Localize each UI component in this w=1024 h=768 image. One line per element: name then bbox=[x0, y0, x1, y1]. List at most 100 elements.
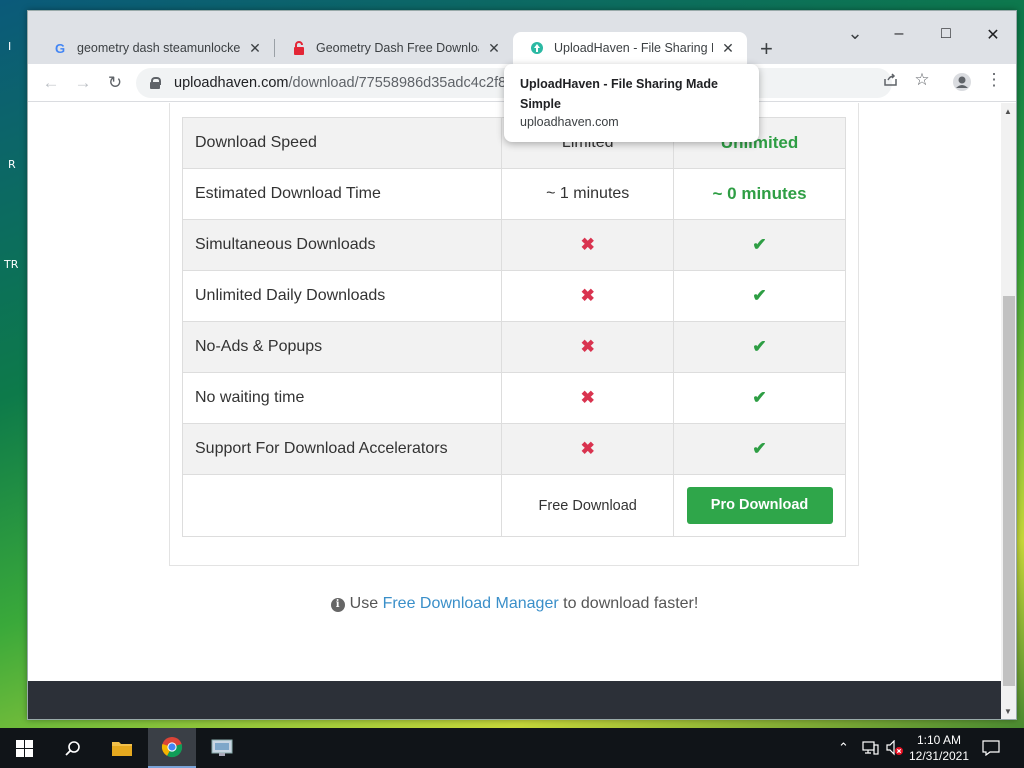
free-cell: ✖ bbox=[501, 270, 675, 322]
taskbar-clock[interactable]: 1:10 AM 12/31/2021 bbox=[896, 732, 982, 764]
pro-value: ~ 0 minutes bbox=[712, 184, 807, 203]
show-hidden-icons-chevron-icon[interactable]: ⌃ bbox=[838, 728, 849, 768]
comparison-row: Support For Download Accelerators ✖ ✔ bbox=[181, 423, 846, 475]
check-icon: ✔ bbox=[752, 286, 767, 305]
plan-comparison-table: Download Speed Limited Unlimited Estimated … bbox=[181, 117, 846, 537]
free-cell: ✖ bbox=[501, 321, 675, 373]
file-explorer-icon[interactable] bbox=[98, 728, 146, 768]
fdm-note-suffix: to download faster! bbox=[558, 595, 699, 612]
feature-label: Simultaneous Downloads bbox=[181, 219, 503, 271]
tab-title: geometry dash steamunlocked - bbox=[77, 41, 240, 55]
check-icon: ✔ bbox=[752, 337, 767, 356]
back-arrow-icon[interactable]: ← bbox=[38, 70, 64, 96]
new-tab-button[interactable]: + bbox=[760, 36, 773, 62]
reload-icon[interactable]: ↻ bbox=[102, 70, 128, 96]
free-cell: ✖ bbox=[501, 219, 675, 271]
free-cell: Free Download bbox=[501, 474, 675, 537]
page-footer bbox=[28, 681, 1001, 719]
minimize-button[interactable]: – bbox=[879, 25, 919, 43]
tab-search-icon[interactable]: ⌄ bbox=[835, 23, 875, 44]
cross-icon: ✖ bbox=[580, 286, 595, 305]
cross-icon: ✖ bbox=[580, 439, 595, 458]
forward-arrow-icon[interactable]: → bbox=[70, 70, 96, 96]
free-cell: ~ 1 minutes bbox=[501, 168, 675, 220]
tab-uploadhaven[interactable]: UploadHaven - File Sharing Mad ✕ bbox=[513, 32, 747, 64]
pro-cell: ~ 0 minutes bbox=[673, 168, 846, 220]
cross-icon: ✖ bbox=[580, 235, 595, 254]
comparison-row: Simultaneous Downloads ✖ ✔ bbox=[181, 219, 846, 271]
bookmark-star-icon[interactable]: ☆ bbox=[911, 70, 933, 90]
tooltip-title: UploadHaven - File Sharing Made Simple bbox=[520, 77, 718, 111]
free-cell: ✖ bbox=[501, 423, 675, 475]
feature-label: Unlimited Daily Downloads bbox=[181, 270, 503, 322]
comparison-row: No waiting time ✖ ✔ bbox=[181, 372, 846, 424]
desktop-label: TR bbox=[4, 258, 19, 271]
tab-title: UploadHaven - File Sharing Mad bbox=[554, 41, 713, 55]
network-icon[interactable] bbox=[862, 728, 879, 768]
lock-icon[interactable] bbox=[150, 77, 161, 89]
uploadhaven-icon bbox=[529, 40, 545, 56]
feature-label: Download Speed bbox=[181, 117, 503, 169]
info-icon: i bbox=[330, 598, 345, 612]
download-buttons-row: Free Download Pro Download bbox=[181, 474, 846, 537]
maximize-button[interactable]: □ bbox=[926, 25, 966, 43]
url-host: uploadhaven.com bbox=[174, 75, 289, 91]
tab-strip: G geometry dash steamunlocked - ✕ Geomet… bbox=[28, 11, 1016, 64]
close-tab-icon[interactable]: ✕ bbox=[485, 40, 503, 57]
fdm-link[interactable]: Free Download Manager bbox=[383, 595, 559, 612]
profile-avatar-icon[interactable] bbox=[951, 72, 973, 96]
start-windows-icon[interactable] bbox=[0, 728, 48, 768]
cross-icon: ✖ bbox=[580, 337, 595, 356]
page-scrollbar[interactable]: ▲ ▼ bbox=[1001, 103, 1016, 719]
share-icon[interactable] bbox=[879, 72, 901, 91]
notifications-icon[interactable] bbox=[982, 728, 1000, 768]
comparison-row: No-Ads & Popups ✖ ✔ bbox=[181, 321, 846, 373]
close-tab-icon[interactable]: ✕ bbox=[719, 40, 737, 57]
google-icon: G bbox=[54, 40, 66, 56]
feature-label: Support For Download Accelerators bbox=[181, 423, 503, 475]
feature-label: No waiting time bbox=[181, 372, 503, 424]
pro-download-button[interactable]: Pro Download bbox=[686, 487, 833, 524]
free-download-button[interactable]: Free Download bbox=[539, 498, 637, 514]
scrollbar-thumb[interactable] bbox=[1003, 296, 1015, 686]
red-lock-icon bbox=[291, 40, 307, 56]
empty-cell bbox=[181, 474, 503, 537]
tab-tooltip: UploadHaven - File Sharing Made Simple u… bbox=[504, 64, 759, 142]
desktop-edge: I R TR bbox=[0, 0, 28, 728]
pro-cell: ✔ bbox=[673, 219, 846, 271]
close-window-button[interactable]: ✕ bbox=[973, 25, 1013, 45]
scroll-down-arrow-icon[interactable]: ▼ bbox=[1004, 707, 1012, 716]
tab-google-search[interactable]: G geometry dash steamunlocked - ✕ bbox=[36, 32, 274, 64]
comparison-row: Estimated Download Time ~ 1 minutes ~ 0 mi… bbox=[181, 168, 846, 220]
pro-cell: Pro Download bbox=[673, 474, 846, 537]
page-viewport: Download Speed Limited Unlimited Estimated … bbox=[28, 103, 1001, 719]
check-icon: ✔ bbox=[752, 235, 767, 254]
check-icon: ✔ bbox=[752, 439, 767, 458]
search-icon[interactable] bbox=[48, 728, 96, 768]
pro-cell: ✔ bbox=[673, 372, 846, 424]
feature-label: No-Ads & Popups bbox=[181, 321, 503, 373]
chrome-icon[interactable] bbox=[148, 728, 196, 768]
free-cell: ✖ bbox=[501, 372, 675, 424]
tab-title: Geometry Dash Free Download ( bbox=[316, 41, 479, 55]
taskbar: ⌃ 1:10 AM 12/31/2021 bbox=[0, 728, 1024, 768]
cross-icon: ✖ bbox=[580, 388, 595, 407]
remote-desktop-icon[interactable] bbox=[198, 728, 246, 768]
comparison-row: Unlimited Daily Downloads ✖ ✔ bbox=[181, 270, 846, 322]
url-path: /download/77558986d35adc4c2f8ad bbox=[288, 75, 523, 91]
tab-geometry-dash[interactable]: Geometry Dash Free Download ( ✕ bbox=[275, 32, 513, 64]
menu-kebab-icon[interactable]: ⋮ bbox=[983, 70, 1005, 90]
desktop-icon-fragment: I bbox=[8, 40, 12, 53]
close-tab-icon[interactable]: ✕ bbox=[246, 40, 264, 57]
clock-date: 12/31/2021 bbox=[908, 749, 970, 763]
clock-time: 1:10 AM bbox=[916, 733, 962, 747]
check-icon: ✔ bbox=[752, 388, 767, 407]
tooltip-url: uploadhaven.com bbox=[520, 115, 619, 129]
pro-cell: ✔ bbox=[673, 270, 846, 322]
scroll-up-arrow-icon[interactable]: ▲ bbox=[1004, 107, 1012, 116]
fdm-note-prefix: Use bbox=[349, 595, 383, 612]
desktop-label: R bbox=[8, 158, 16, 171]
pro-cell: ✔ bbox=[673, 321, 846, 373]
free-value: ~ 1 minutes bbox=[546, 185, 630, 202]
feature-label: Estimated Download Time bbox=[181, 168, 503, 220]
